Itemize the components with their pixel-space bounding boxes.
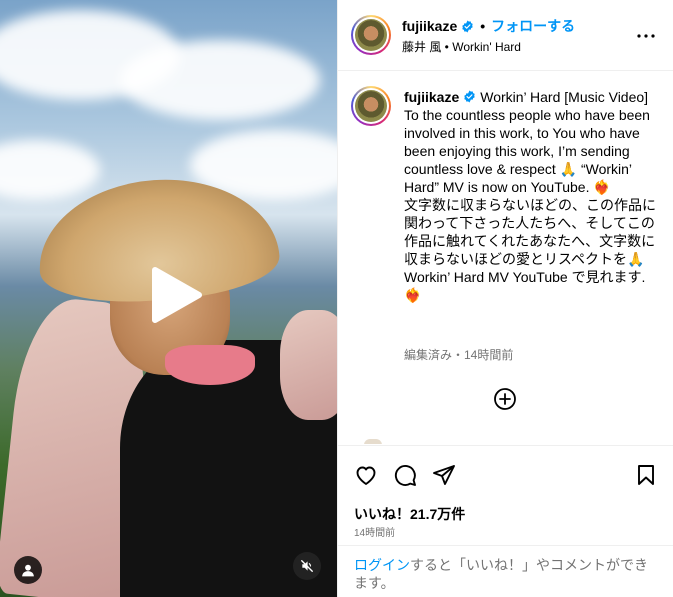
heart-icon (356, 466, 376, 485)
login-link[interactable]: ログイン (354, 557, 410, 573)
caption-section: fujiikaze Workin’ Hard [Music Video] To t… (338, 72, 673, 444)
post-timestamp[interactable]: 14時間前 (354, 524, 395, 539)
like-count[interactable]: いいね！21.7万件 (354, 504, 465, 524)
post-detail-panel: fujiikaze • フォローする 藤井 風 • Workin' Hard f… (337, 0, 673, 597)
save-button[interactable] (634, 463, 658, 487)
video-figure-arm-right (280, 310, 337, 420)
tagged-users-button[interactable] (14, 556, 42, 584)
more-options-button[interactable] (634, 24, 658, 48)
video-figure-scarf (165, 345, 255, 385)
comment-icon (394, 465, 416, 486)
caption-author-avatar[interactable] (351, 86, 391, 126)
verified-badge-icon (464, 90, 475, 103)
load-more-comments-button[interactable] (493, 387, 517, 411)
share-icon (433, 465, 455, 485)
cloud (120, 40, 320, 120)
separator-dot: • (480, 18, 486, 34)
play-icon (152, 267, 202, 323)
login-prompt: ログインすると「いいね！」やコメントができます。 (338, 545, 673, 597)
share-button[interactable] (432, 463, 456, 487)
avatar-image (355, 19, 387, 51)
more-options-icon (637, 34, 655, 38)
add-comment-icon (494, 388, 516, 410)
author-username[interactable]: fujiikaze (402, 18, 457, 34)
follow-button[interactable]: フォローする (491, 16, 575, 36)
caption-text-block: fujiikaze Workin’ Hard [Music Video] To t… (404, 88, 656, 304)
muted-speaker-icon (301, 560, 313, 572)
caption-body: Workin’ Hard [Music Video] To the countl… (404, 89, 656, 303)
verified-badge-icon (461, 20, 474, 33)
author-avatar[interactable] (351, 15, 391, 55)
comment-button[interactable] (393, 463, 417, 487)
caption-username[interactable]: fujiikaze (404, 89, 459, 105)
post-subtitle[interactable]: 藤井 風 • Workin' Hard (402, 38, 521, 55)
user-tag-icon (22, 564, 34, 577)
like-button[interactable] (354, 463, 378, 487)
unmute-button[interactable] (293, 552, 321, 580)
cloud (0, 140, 100, 200)
video-player[interactable] (0, 0, 337, 597)
bookmark-icon (638, 465, 654, 485)
post-actions: いいね！21.7万件 14時間前 ログインすると「いいね！」やコメントができます… (338, 445, 673, 597)
caption-meta: 編集済み・14時間前 (404, 348, 514, 362)
play-button[interactable] (141, 262, 207, 328)
next-comment-avatar-peek (364, 439, 382, 444)
post-header: fujiikaze • フォローする 藤井 風 • Workin' Hard (338, 0, 673, 71)
avatar-image (355, 90, 387, 122)
